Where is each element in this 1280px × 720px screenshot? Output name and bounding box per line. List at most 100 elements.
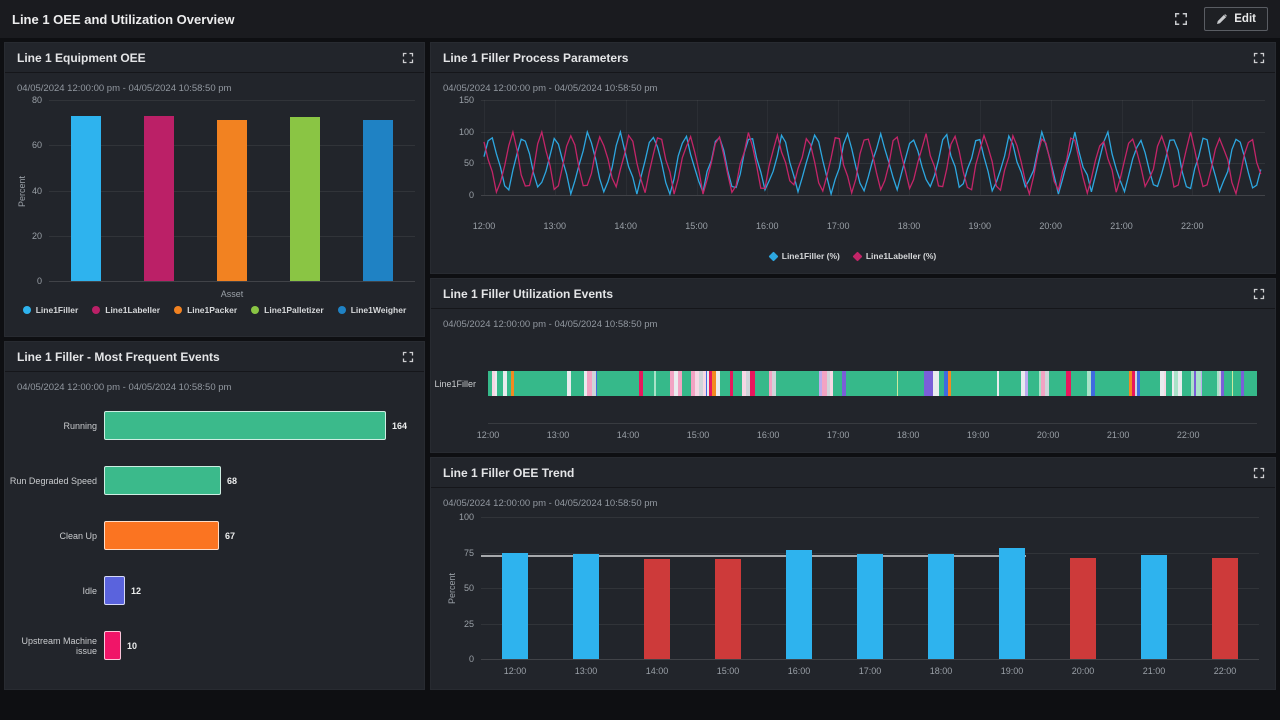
most-frequent-events-chart: Running164Run Degraded Speed68Clean Up67… (5, 398, 424, 689)
trend-bar-19-00 (999, 548, 1025, 659)
panel-title[interactable]: Line 1 Filler Process Parameters (443, 51, 628, 65)
expand-icon[interactable] (1253, 288, 1265, 300)
oee-trend-plot: 0255075100 (481, 517, 1259, 660)
event-bars: Running164Run Degraded Speed68Clean Up67… (5, 398, 424, 673)
bar-value-label: 12 (131, 586, 141, 596)
y-tick-label: 50 (464, 583, 474, 593)
x-tick-label: 17:00 (827, 221, 850, 231)
timeline-segment (544, 371, 557, 396)
timeline-segment (1056, 371, 1067, 396)
panel-equipment-oee: Line 1 Equipment OEE 04/05/2024 12:00:00… (4, 42, 425, 337)
x-tick-label: 22:00 (1214, 666, 1237, 676)
time-range-label: 04/05/2024 12:00:00 pm - 04/05/2024 10:5… (443, 319, 657, 330)
timeline-segment (971, 371, 983, 396)
trend-bar-13-00 (573, 554, 599, 659)
legend-item-line1filler[interactable]: Line1Filler (23, 305, 79, 315)
panel-title[interactable]: Line 1 Filler Utilization Events (443, 287, 613, 301)
trend-bar-21-00 (1141, 555, 1167, 659)
bar-line1filler (71, 116, 101, 281)
expand-icon[interactable] (402, 52, 414, 64)
legend-item-line1labeller-%[interactable]: Line1Labeller (%) (854, 251, 936, 261)
legend-label: Line1Labeller (%) (866, 251, 936, 261)
bar-value-label: 67 (225, 531, 235, 541)
timeline-segment (870, 371, 878, 396)
legend-label: Line1Filler (36, 305, 79, 315)
timeline-segment (790, 371, 799, 396)
y-axis-label: Percent (17, 100, 27, 282)
trend-bar-20-00 (1070, 558, 1096, 659)
panel-title[interactable]: Line 1 Filler - Most Frequent Events (17, 350, 220, 364)
timeline-row-label: Line1Filler (431, 371, 482, 396)
panel-header: Line 1 Filler Utilization Events (431, 279, 1275, 309)
legend-color-marker (852, 251, 862, 261)
event-row-running: Running 164 (5, 398, 424, 453)
x-tick-label: 21:00 (1143, 666, 1166, 676)
edit-button[interactable]: Edit (1204, 7, 1268, 31)
x-tick-label: 14:00 (617, 430, 640, 440)
legend-item-line1palletizer[interactable]: Line1Palletizer (251, 305, 324, 315)
legend-color-dot (174, 306, 182, 314)
event-label: Running (5, 421, 104, 431)
event-bar (104, 466, 221, 495)
x-tick-label: 19:00 (1001, 666, 1024, 676)
timeline-segment (964, 371, 971, 396)
timeline-segment (846, 371, 855, 396)
trend-bar-15-00 (715, 559, 741, 659)
trend-bar-17-00 (857, 554, 883, 659)
legend-item-line1weigher[interactable]: Line1Weigher (338, 305, 407, 315)
legend-item-line1labeller[interactable]: Line1Labeller (92, 305, 160, 315)
event-row-idle: Idle12 (5, 563, 424, 618)
bar-value-label: 10 (127, 641, 137, 651)
event-bar (104, 521, 219, 550)
legend-color-dot (92, 306, 100, 314)
timeline-segment (951, 371, 964, 396)
timeline-segment (1095, 371, 1109, 396)
event-bar (104, 411, 386, 440)
timeline-segment (898, 371, 906, 396)
time-range-label: 04/05/2024 12:00:00 pm - 04/05/2024 10:5… (17, 83, 231, 94)
y-tick-label: 40 (32, 186, 42, 196)
legend-color-marker (768, 251, 778, 261)
panel-title[interactable]: Line 1 Equipment OEE (17, 51, 146, 65)
bar-line1palletizer (290, 117, 320, 281)
trend-bar-22-00 (1212, 558, 1238, 659)
edit-button-label: Edit (1234, 13, 1256, 25)
panel-title[interactable]: Line 1 Filler OEE Trend (443, 466, 574, 480)
x-tick-label: 13:00 (547, 430, 570, 440)
legend: Line1Filler Line1Labeller Line1Packer Line1… (5, 305, 424, 315)
dashboard-title: Line 1 OEE and Utilization Overview (12, 12, 235, 27)
x-tick-label: 15:00 (687, 430, 710, 440)
timeline-segment (983, 371, 997, 396)
timeline-segment (999, 371, 1008, 396)
panel-process-parameters: Line 1 Filler Process Parameters 04/05/2… (430, 42, 1276, 274)
timeline-segment (856, 371, 865, 396)
y-tick-label: 0 (469, 654, 474, 664)
expand-icon[interactable] (402, 351, 414, 363)
y-tick-label: 150 (459, 95, 474, 105)
legend: Line1Filler (%) Line1Labeller (%) (431, 251, 1275, 261)
timeline-segment (755, 371, 769, 396)
panel-header: Line 1 Equipment OEE (5, 43, 424, 73)
y-tick-label: 20 (32, 231, 42, 241)
legend-item-line1filler-%[interactable]: Line1Filler (%) (770, 251, 840, 261)
expand-icon[interactable] (1253, 52, 1265, 64)
x-tick-label: 19:00 (967, 430, 990, 440)
fullscreen-icon[interactable] (1174, 12, 1188, 26)
x-tick-label: 18:00 (930, 666, 953, 676)
legend-label: Line1Weigher (351, 305, 407, 315)
oee-trend-chart: 0255075100Percent12:0013:0014:0015:0016:… (431, 514, 1275, 689)
timeline-segment (682, 371, 691, 396)
process-parameters-chart: 05010015012:0013:0014:0015:0016:0017:001… (431, 99, 1275, 273)
timeline-segment (1233, 371, 1240, 396)
bar-value-label: 164 (392, 421, 407, 431)
legend-item-line1packer[interactable]: Line1Packer (174, 305, 237, 315)
x-tick-label: 22:00 (1181, 221, 1204, 231)
expand-icon[interactable] (1253, 467, 1265, 479)
timeline-segment (656, 371, 666, 396)
y-tick-label: 80 (32, 95, 42, 105)
timeline-segment (1224, 371, 1232, 396)
time-range-label: 04/05/2024 12:00:00 pm - 04/05/2024 10:5… (17, 382, 231, 393)
timeline-segment (1244, 371, 1253, 396)
x-tick-label: 19:00 (969, 221, 992, 231)
x-tick-label: 15:00 (685, 221, 708, 231)
